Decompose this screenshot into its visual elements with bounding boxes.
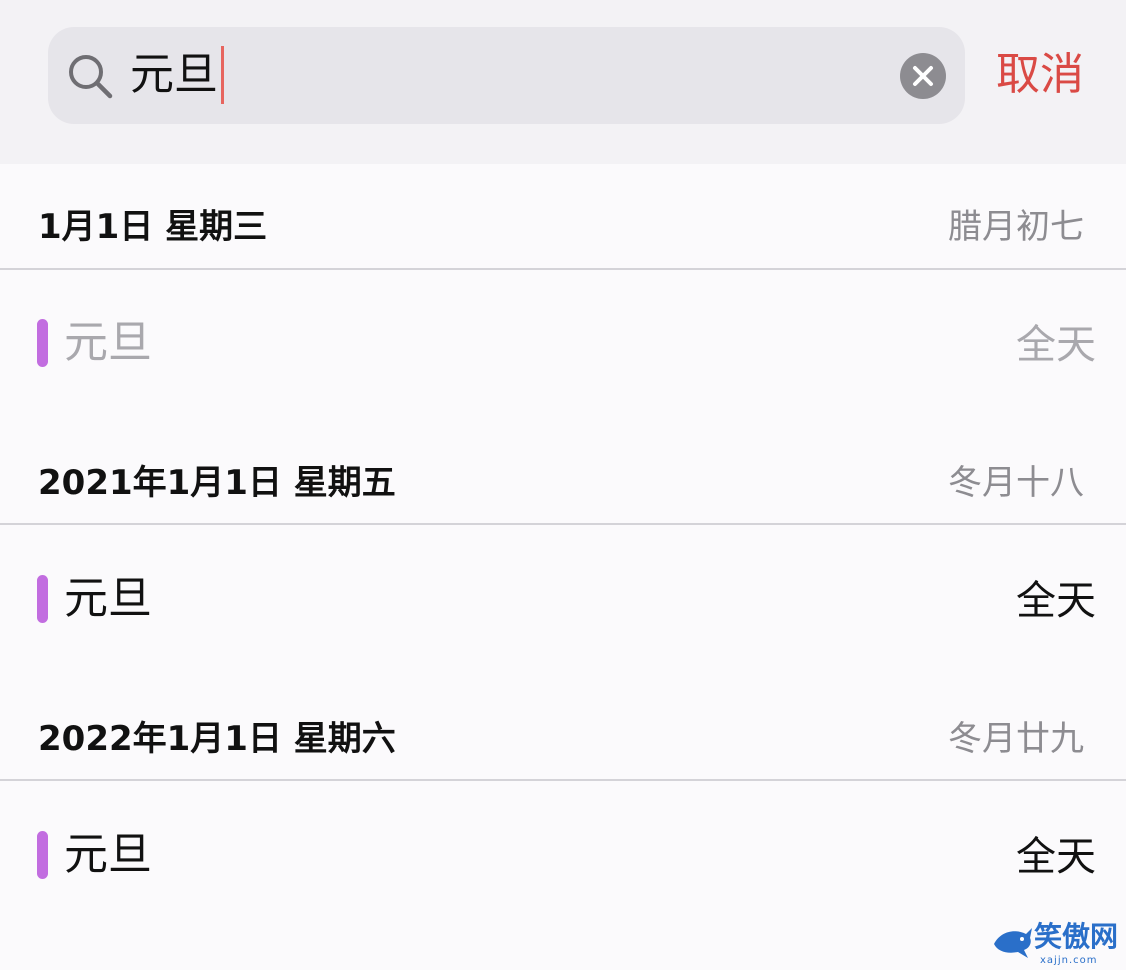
event-row[interactable]: 元旦 全天 [0, 289, 1126, 399]
date-label: 1月1日 星期三 [38, 207, 268, 247]
event-time: 全天 [1016, 834, 1096, 880]
watermark-text: 笑傲网 [1034, 920, 1119, 953]
divider [0, 779, 1126, 781]
search-input[interactable]: 元旦 [130, 46, 218, 104]
clear-search-button[interactable] [900, 53, 946, 99]
lunar-date-label: 冬月廿九 [948, 719, 1084, 759]
event-title: 元旦 [64, 573, 152, 624]
calendar-color-indicator [37, 575, 48, 623]
watermark-url: xajjn.com [1040, 955, 1098, 966]
divider [0, 268, 1126, 270]
watermark: 笑傲网 xajjn.com [990, 918, 1126, 970]
text-caret [221, 46, 224, 104]
search-bar: 元旦 取消 [0, 0, 1126, 164]
lunar-date-label: 腊月初七 [948, 207, 1084, 247]
date-label: 2022年1月1日 星期六 [38, 719, 396, 759]
event-row[interactable]: 元旦 全天 [0, 544, 1126, 654]
event-title: 元旦 [64, 829, 152, 880]
divider [0, 523, 1126, 525]
event-time: 全天 [1016, 578, 1096, 624]
date-label: 2021年1月1日 星期五 [38, 463, 396, 503]
shark-logo-icon [992, 922, 1034, 966]
calendar-color-indicator [37, 831, 48, 879]
search-icon [66, 52, 114, 100]
event-time: 全天 [1016, 322, 1096, 368]
event-row[interactable]: 元旦 全天 [0, 800, 1126, 910]
calendar-color-indicator [37, 319, 48, 367]
section-header: 1月1日 星期三 腊月初七 [0, 205, 1126, 249]
section-header: 2022年1月1日 星期六 冬月廿九 [0, 717, 1126, 761]
lunar-date-label: 冬月十八 [948, 463, 1084, 503]
event-title: 元旦 [64, 317, 152, 368]
cancel-button[interactable]: 取消 [996, 44, 1084, 106]
clear-icon [913, 66, 933, 86]
section-header: 2021年1月1日 星期五 冬月十八 [0, 461, 1126, 505]
